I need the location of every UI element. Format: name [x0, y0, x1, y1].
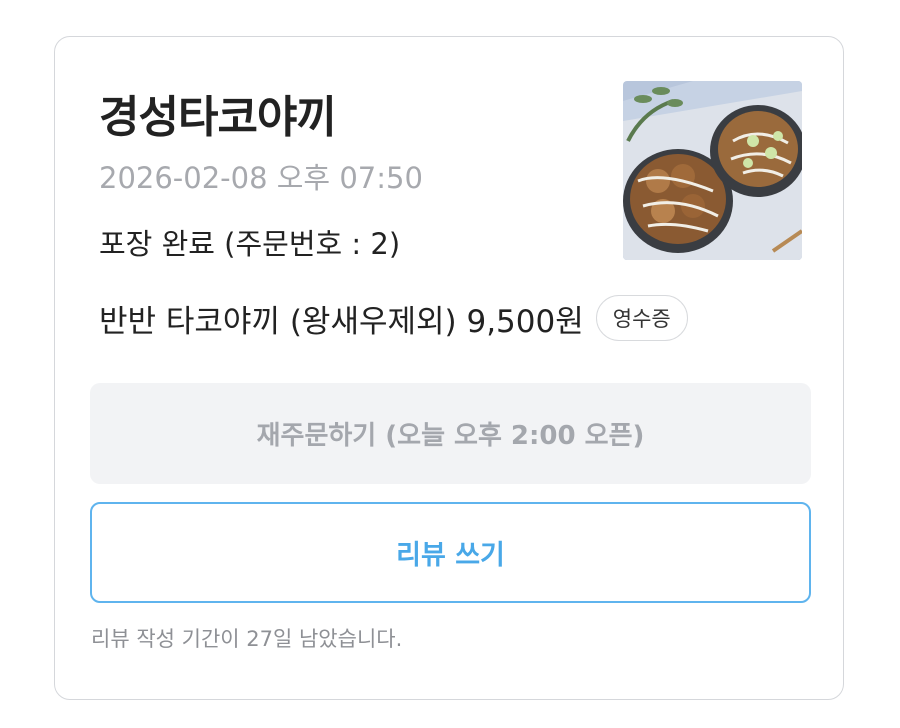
- menu-row: 반반 타코야끼 (왕새우제외) 9,500원 영수증: [99, 295, 688, 341]
- menu-summary: 반반 타코야끼 (왕새우제외) 9,500원: [99, 303, 584, 340]
- review-period-notice: 리뷰 작성 기간이 27일 남았습니다.: [91, 627, 403, 651]
- reorder-button[interactable]: 재주문하기 (오늘 오후 2:00 오픈): [90, 383, 811, 484]
- food-photo-icon: [623, 81, 802, 260]
- receipt-button[interactable]: 영수증: [595, 295, 688, 341]
- order-status: 포장 완료 (주문번호 : 2): [99, 227, 401, 261]
- order-datetime: 2026-02-08 오후 07:50: [99, 161, 423, 195]
- food-thumbnail[interactable]: [623, 81, 802, 260]
- store-name[interactable]: 경성타코야끼: [99, 81, 337, 145]
- write-review-button[interactable]: 리뷰 쓰기: [90, 502, 811, 603]
- order-card: 경성타코야끼 2026-02-08 오후 07:50 포장 완료 (주문번호 :…: [54, 36, 844, 700]
